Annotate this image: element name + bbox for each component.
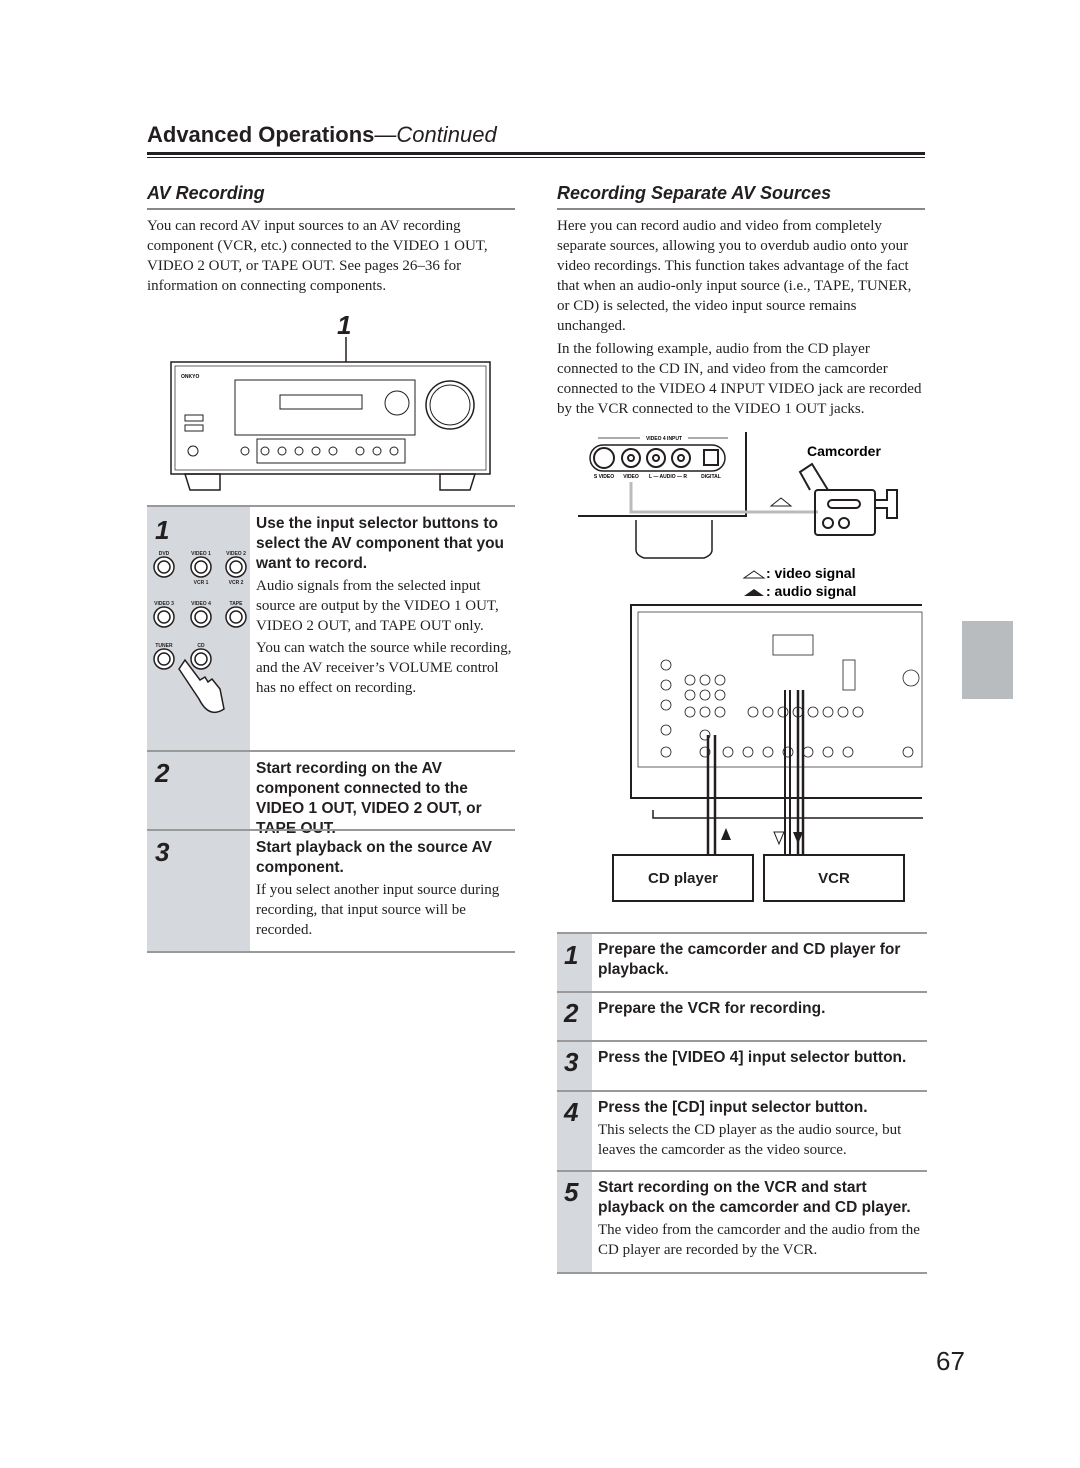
btn-label-video3: VIDEO 3 <box>154 601 174 607</box>
btn-label-tape: TAPE <box>230 601 244 607</box>
step-heading: Start recording on the VCR and start pla… <box>598 1179 911 1216</box>
jack-audio: L — AUDIO — R <box>649 474 687 480</box>
step-heading: Press the [CD] input selector button. <box>598 1099 868 1116</box>
right-step-3: 3 Press the [VIDEO 4] input selector but… <box>557 1040 927 1091</box>
step-body: The video from the camcorder and the aud… <box>598 1222 920 1258</box>
step-number: 1 <box>564 940 579 970</box>
page-number: 67 <box>936 1346 965 1376</box>
camcorder-label: Camcorder <box>807 443 881 459</box>
input-selector-buttons-illustration: DVD VIDEO 1 VIDEO 2 VCR 1 VCR 2 VIDEO 3 … <box>153 551 247 714</box>
right-step-1: 1 Prepare the camcorder and CD player fo… <box>557 932 927 991</box>
step-content: Use the input selector buttons to select… <box>256 514 514 698</box>
right-step-2: 2 Prepare the VCR for recording. <box>557 991 927 1041</box>
video4-input-label: VIDEO 4 INPUT <box>646 436 682 442</box>
btn-sublabel-vcr2: VCR 2 <box>229 580 244 586</box>
receiver-front-illustration: ONKYO <box>170 337 491 491</box>
title-continued: —Continued <box>374 122 497 147</box>
btn-label-video2: VIDEO 2 <box>226 551 246 557</box>
btn-label-tuner: TUNER <box>155 643 173 649</box>
title-text: Advanced Operations <box>147 122 375 147</box>
chapter-tab <box>962 621 1013 699</box>
av-recording-intro: You can record AV input sources to an AV… <box>147 218 488 294</box>
step-heading: Use the input selector buttons to select… <box>256 515 505 572</box>
jack-video: VIDEO <box>623 474 639 480</box>
left-step-3: 3 Start playback on the source AV compon… <box>147 829 515 953</box>
step-heading: Prepare the camcorder and CD player for … <box>598 941 901 978</box>
step-number: 3 <box>564 1047 579 1077</box>
right-step-5: 5 Start recording on the VCR and start p… <box>557 1170 927 1274</box>
left-step-2: 2 Start recording on the AV component co… <box>147 750 515 837</box>
svg-text:ONKYO: ONKYO <box>181 374 199 380</box>
legend-video-signal: : video signal <box>766 565 855 581</box>
step-number: 2 <box>155 758 170 788</box>
left-step-1: 1 DVD VIDEO 1 VIDEO 2 VCR 1 VCR 2 VIDEO … <box>147 505 515 751</box>
cd-player-box: CD player <box>612 854 754 902</box>
btn-label-cd: CD <box>197 643 205 649</box>
jack-s-video: S VIDEO <box>594 474 614 480</box>
btn-sublabel-vcr1: VCR 1 <box>194 580 209 586</box>
step-body: You can watch the source while recording… <box>256 640 512 696</box>
step-body: This selects the CD player as the audio … <box>598 1122 902 1158</box>
header-rule <box>147 152 925 155</box>
step-body: If you select another input source durin… <box>256 882 500 938</box>
step-body: Audio signals from the selected input so… <box>256 578 499 634</box>
btn-label-video1: VIDEO 1 <box>191 551 211 557</box>
manual-page: Advanced Operations—Continued AV Recordi… <box>0 0 1080 1468</box>
step-heading: Press the [VIDEO 4] input selector butto… <box>598 1049 907 1066</box>
separate-av-title: Recording Separate AV Sources <box>557 183 832 203</box>
step-heading: Start playback on the source AV componen… <box>256 839 493 876</box>
connection-diagram: VIDEO 4 INPUT S VIDEO VIDEO L — AUDIO — … <box>578 432 923 855</box>
separate-av-intro-1: Here you can record audio and video from… <box>557 218 912 334</box>
right-step-4: 4 Press the [CD] input selector button. T… <box>557 1090 927 1171</box>
legend-audio-signal: : audio signal <box>766 583 856 599</box>
vcr-box: VCR <box>763 854 905 902</box>
step-heading: Start recording on the AV component conn… <box>256 760 482 837</box>
section-rule <box>147 208 515 210</box>
step-number: 5 <box>564 1177 579 1207</box>
step-number: 2 <box>564 998 579 1028</box>
step-number: 1 <box>155 515 170 545</box>
btn-label-video4: VIDEO 4 <box>191 601 211 607</box>
step-heading: Prepare the VCR for recording. <box>598 1000 826 1017</box>
jack-digital: DIGITAL <box>701 474 721 480</box>
section-rule <box>557 208 925 210</box>
step-number: 3 <box>155 837 170 867</box>
header-rule-thin <box>147 157 925 158</box>
btn-label-dvd: DVD <box>159 551 170 557</box>
separate-av-intro-2: In the following example, audio from the… <box>557 341 922 417</box>
step-number: 4 <box>564 1097 579 1127</box>
page-title: Advanced Operations—Continued <box>147 122 497 148</box>
av-recording-title: AV Recording <box>147 183 265 203</box>
